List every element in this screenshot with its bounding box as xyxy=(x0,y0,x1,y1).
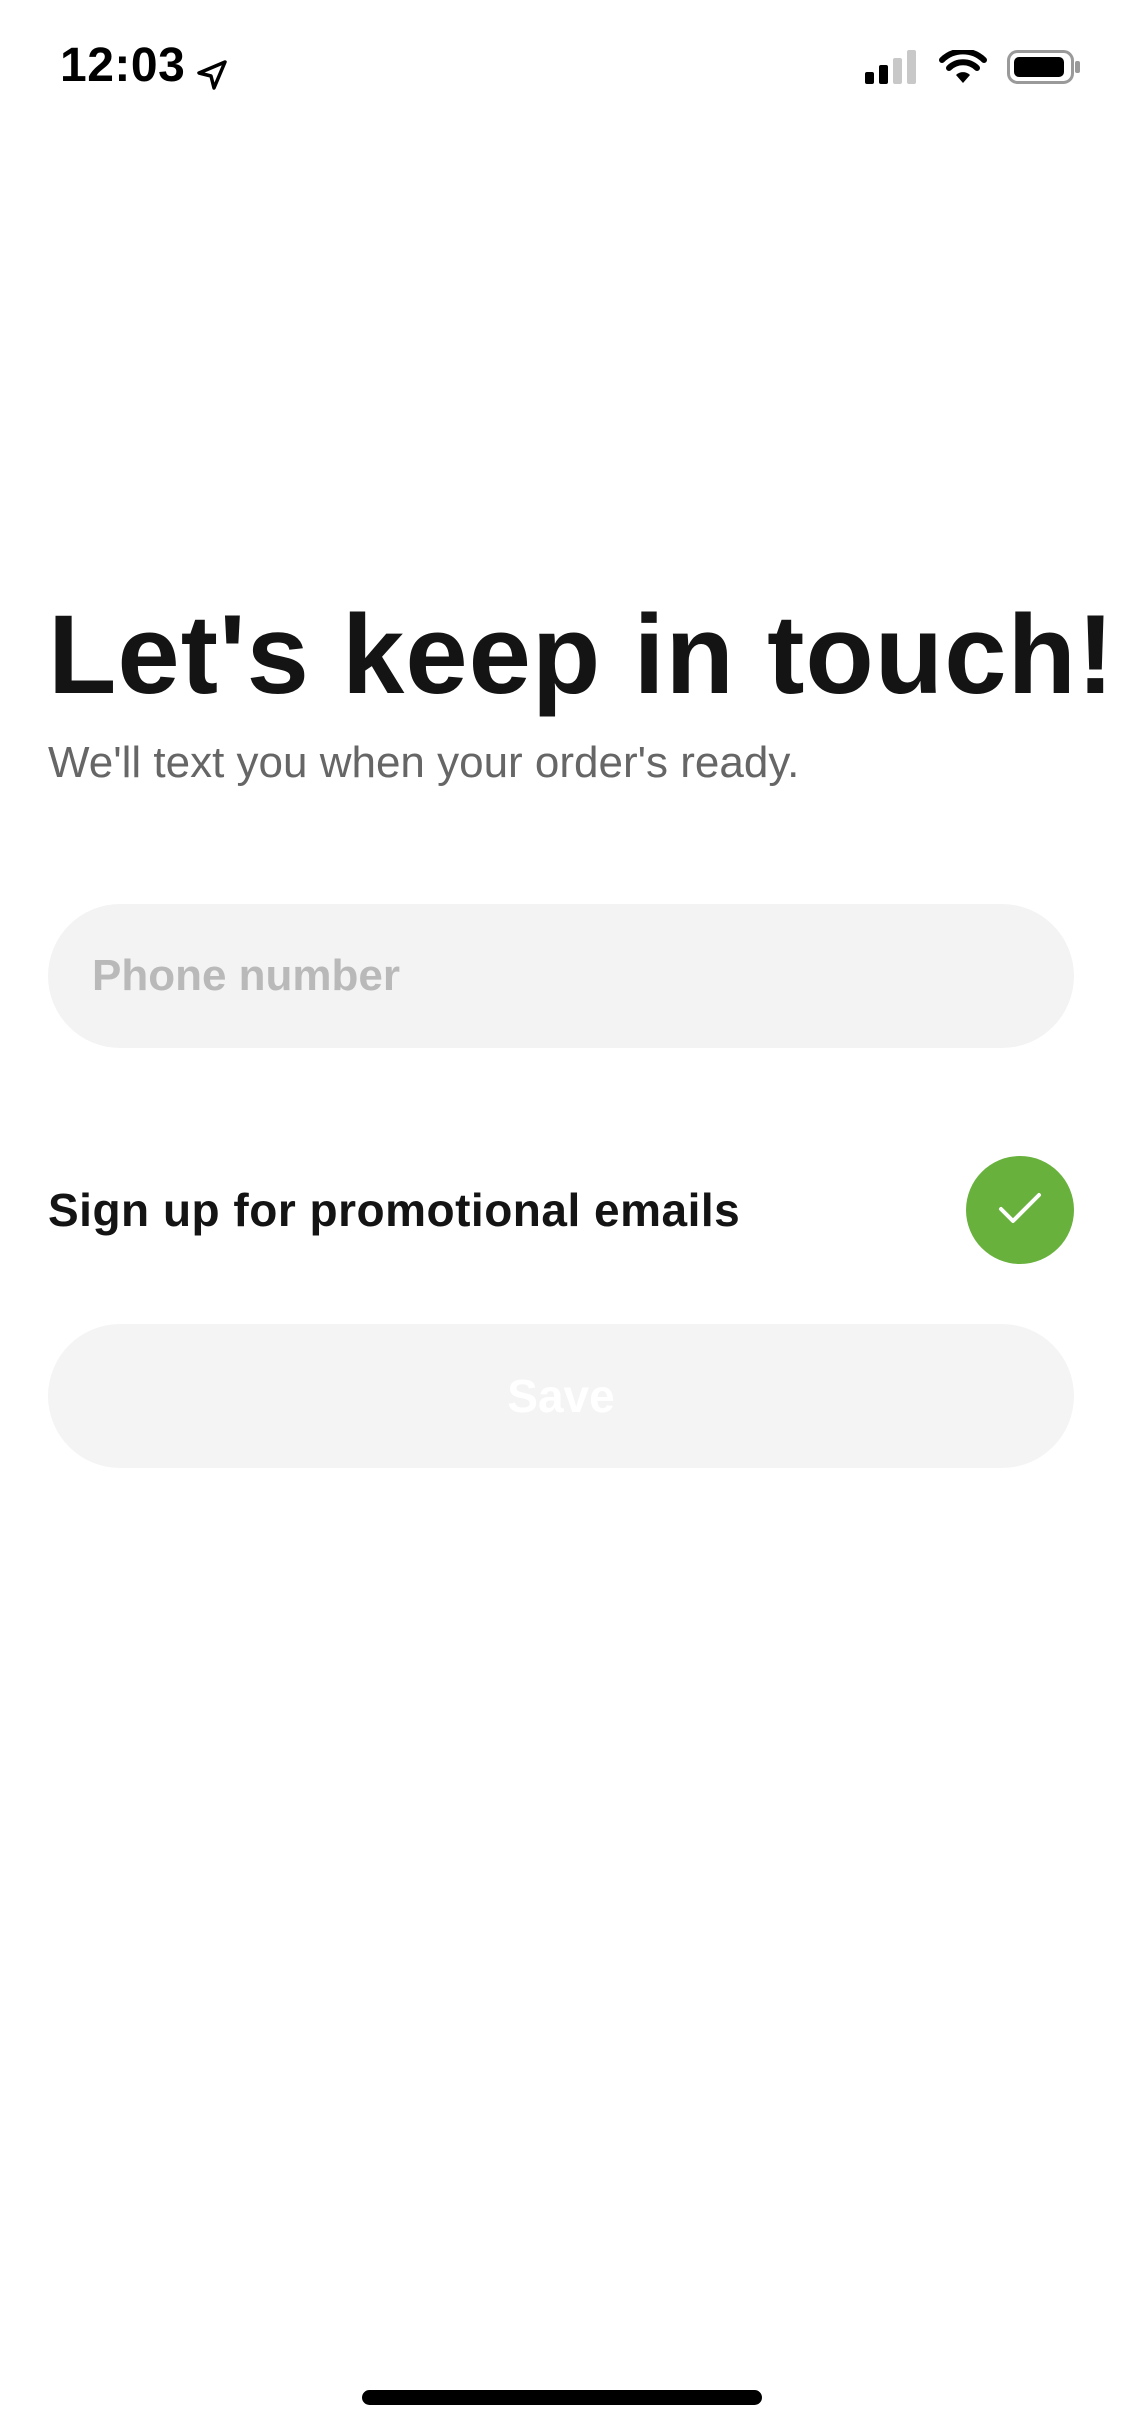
phone-number-input[interactable] xyxy=(48,904,1074,1048)
page-subtitle: We'll text you when your order's ready. xyxy=(48,738,800,787)
status-time: 12:03 xyxy=(60,39,186,92)
promo-email-row: Sign up for promotional emails xyxy=(48,1156,1074,1264)
cellular-signal-icon xyxy=(865,50,919,89)
home-indicator[interactable] xyxy=(362,2390,762,2405)
page-title: Let's keep in touch! xyxy=(48,592,1116,717)
save-button[interactable]: Save xyxy=(48,1324,1074,1468)
status-time-group: 12:03 xyxy=(60,38,229,93)
wifi-icon xyxy=(939,48,987,89)
checkmark-icon xyxy=(995,1188,1045,1233)
status-bar: 12:03 xyxy=(0,0,1125,132)
battery-icon xyxy=(1007,50,1081,89)
location-arrow-icon xyxy=(195,49,229,90)
status-icons xyxy=(865,48,1081,89)
promo-email-checkbox[interactable] xyxy=(966,1156,1074,1264)
promo-email-label: Sign up for promotional emails xyxy=(48,1184,741,1236)
